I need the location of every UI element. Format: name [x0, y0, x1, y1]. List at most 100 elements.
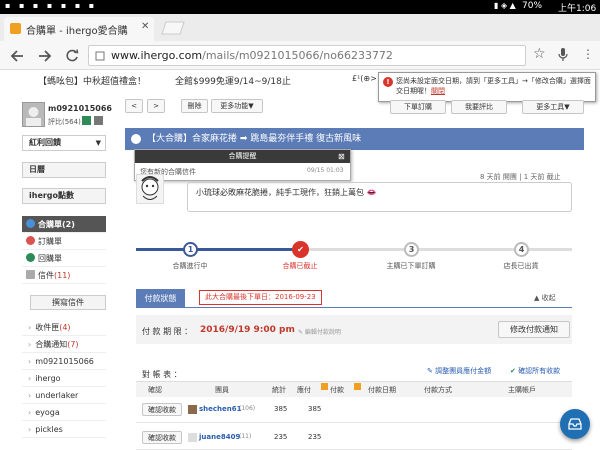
- step-1-label: 合購進行中: [172, 262, 208, 270]
- due-cell: 385: [308, 405, 322, 413]
- folder-notices[interactable]: › 合購通知(7): [22, 336, 106, 353]
- total-cell: 385: [274, 405, 288, 413]
- confirm-all-label: 確認所有收款: [518, 367, 561, 375]
- status-icons: ▮ ◈ ▲: [494, 1, 516, 10]
- next-button[interactable]: >: [147, 99, 165, 113]
- warning-text: 您尚未設定面交日期，請到「更多工具」→「修改合購」選擇面交日期喔！: [396, 77, 591, 95]
- due-cell: 235: [308, 433, 322, 441]
- battery-text: 70%: [522, 1, 543, 11]
- adjust-amount-link[interactable]: ✎ 調整團員應付金額: [427, 366, 491, 376]
- member-avatar: [188, 405, 197, 414]
- step-3-icon: 3: [404, 242, 419, 257]
- back-arrow-icon[interactable]: [10, 49, 24, 63]
- repurchase-icon: [26, 253, 35, 262]
- edit-payment-notice-button[interactable]: 修改付款通知: [498, 321, 570, 338]
- forward-arrow-icon[interactable]: [38, 49, 52, 63]
- date-warning-tooltip: ! 您尚未設定面交日期，請到「更多工具」→「修改合購」選擇面交日期喔！關閉: [378, 72, 596, 102]
- sidebar-item-label: 信件: [38, 271, 54, 280]
- avatar[interactable]: [22, 102, 45, 127]
- group-buy-meta: 8 天前 開團 | 1 天前 截止: [480, 173, 561, 181]
- folder-count: (4): [59, 323, 71, 332]
- member-name[interactable]: juane8409: [199, 433, 240, 441]
- chevron-right-icon: ›: [28, 340, 32, 349]
- new-tab-button[interactable]: [160, 21, 186, 35]
- confirm-payment-button[interactable]: 確認收款: [142, 403, 182, 416]
- calendar-link[interactable]: 日曆: [22, 162, 106, 178]
- delete-button[interactable]: 刪除: [181, 99, 208, 113]
- step-2-check-icon: ✔: [292, 241, 309, 258]
- order-button[interactable]: 下單訂購: [390, 100, 446, 114]
- group-buy-title[interactable]: 【大合購】合家麻花捲 ➡ 跳島最夯伴手禮 復古新風味: [147, 134, 361, 144]
- page-info-icon[interactable]: [95, 51, 105, 61]
- android-status-bar: ▪ ▪ ▪ ▪ ▪ ▪ ▪ ▮ ◈ ▲ 70% 上午1:06: [0, 0, 600, 14]
- step-1-icon: 1: [183, 242, 198, 257]
- member-score: (11): [239, 433, 252, 440]
- due-sort-icon[interactable]: [321, 383, 328, 390]
- orders-icon: [26, 236, 35, 245]
- browser-tab[interactable]: 合購單 - ihergo愛合購 ✕: [4, 17, 154, 41]
- deadline-label: 付 款 期 限 ：: [142, 327, 193, 336]
- address-bar[interactable]: www.ihergo.com/mails/m0921015066/no66233…: [88, 45, 526, 66]
- col-pay-method: 付款方式: [424, 386, 452, 394]
- member-name[interactable]: shechen61: [199, 405, 242, 413]
- host-avatar[interactable]: [136, 174, 164, 204]
- confirm-payment-button[interactable]: 確認收款: [142, 431, 182, 444]
- folder-label: m0921015066: [35, 357, 94, 366]
- url-domain: www.ihergo.com: [111, 49, 203, 62]
- more-actions-button[interactable]: 更多功能▼: [211, 99, 263, 113]
- folder-ihergo[interactable]: › ihergo: [22, 370, 106, 387]
- folder-inbox[interactable]: › 收件匣(4): [22, 319, 106, 336]
- chevron-right-icon: ›: [28, 391, 32, 400]
- reload-icon[interactable]: [65, 49, 79, 63]
- folder-label: ihergo: [35, 374, 61, 383]
- menu-dots-icon[interactable]: ⋮: [582, 47, 594, 61]
- prev-button[interactable]: <: [125, 99, 143, 113]
- sidebar-item-group-buy[interactable]: 合購單(2): [22, 216, 106, 233]
- review-button[interactable]: 我要評比: [451, 100, 507, 114]
- folder-label: underlaker: [35, 391, 79, 400]
- more-tools-button[interactable]: 更多工具▼: [522, 100, 584, 114]
- chevron-right-icon: ›: [28, 374, 32, 383]
- sidebar-item-repurchase[interactable]: 回購單: [22, 250, 106, 267]
- warning-icon: !: [383, 77, 393, 87]
- site-favicon-icon: [10, 23, 21, 34]
- tab-payment-status[interactable]: 付款狀態: [136, 289, 185, 308]
- step-3-label: 主購已下單訂購: [386, 262, 436, 270]
- chevron-right-icon: ›: [28, 323, 32, 332]
- folder-underlaker[interactable]: › underlaker: [22, 387, 106, 404]
- microphone-icon[interactable]: [558, 48, 568, 62]
- confirm-all-link[interactable]: ✔ 確認所有收款: [510, 366, 560, 376]
- edit-payment-note-link[interactable]: ✎ 編輯付款說明: [298, 327, 341, 336]
- promo-snippet: £¹(⊕>: [352, 74, 377, 83]
- check-icon: ✔: [510, 367, 519, 375]
- popup-title: 合購提醒: [135, 150, 350, 163]
- points-link[interactable]: ihergo點數: [22, 188, 106, 204]
- paid-sort-icon[interactable]: [354, 383, 361, 390]
- folder-eyoga[interactable]: › eyoga: [22, 404, 106, 421]
- compose-button[interactable]: 撰寫信件: [30, 295, 106, 310]
- progress-fill: [136, 248, 299, 251]
- folder-user[interactable]: › m0921015066: [22, 353, 106, 370]
- username[interactable]: m0921015066: [48, 104, 112, 113]
- bonus-select-label: 紅利回饋: [29, 138, 61, 147]
- bonus-select[interactable]: 紅利回饋 ▼: [22, 135, 106, 151]
- warning-close-link[interactable]: 關閉: [431, 87, 445, 95]
- sidebar-item-mail[interactable]: 信件(11): [22, 267, 106, 284]
- collapse-link[interactable]: ▲ 收起: [534, 293, 556, 303]
- close-tab-icon[interactable]: ✕: [141, 21, 149, 32]
- col-host-account: 主購帳戶: [508, 386, 536, 394]
- table-row: 確認收款 shechen61 (106) 385 385: [136, 397, 572, 423]
- folder-count: (7): [67, 340, 79, 349]
- user-rating[interactable]: 評比(564): [48, 117, 81, 127]
- promo-link-mid[interactable]: 全館$999免運9/14~9/18止: [175, 74, 291, 87]
- folder-pickles[interactable]: › pickles: [22, 421, 106, 438]
- step-4-label: 店長已出貨: [503, 262, 539, 270]
- bookmark-star-icon[interactable]: ☆: [533, 46, 546, 62]
- notification-icons: ▪ ▪ ▪ ▪ ▪ ▪ ▪: [5, 1, 98, 10]
- close-icon[interactable]: ⊠: [338, 150, 345, 163]
- dropdown-arrow-icon: ▼: [95, 139, 101, 147]
- sidebar-item-orders[interactable]: 訂購單: [22, 233, 106, 250]
- promo-link-left[interactable]: 【螞吆包】中秋超值禮盒！: [38, 74, 146, 87]
- floating-inbox-button[interactable]: [560, 409, 590, 439]
- chevron-right-icon: ›: [28, 425, 32, 434]
